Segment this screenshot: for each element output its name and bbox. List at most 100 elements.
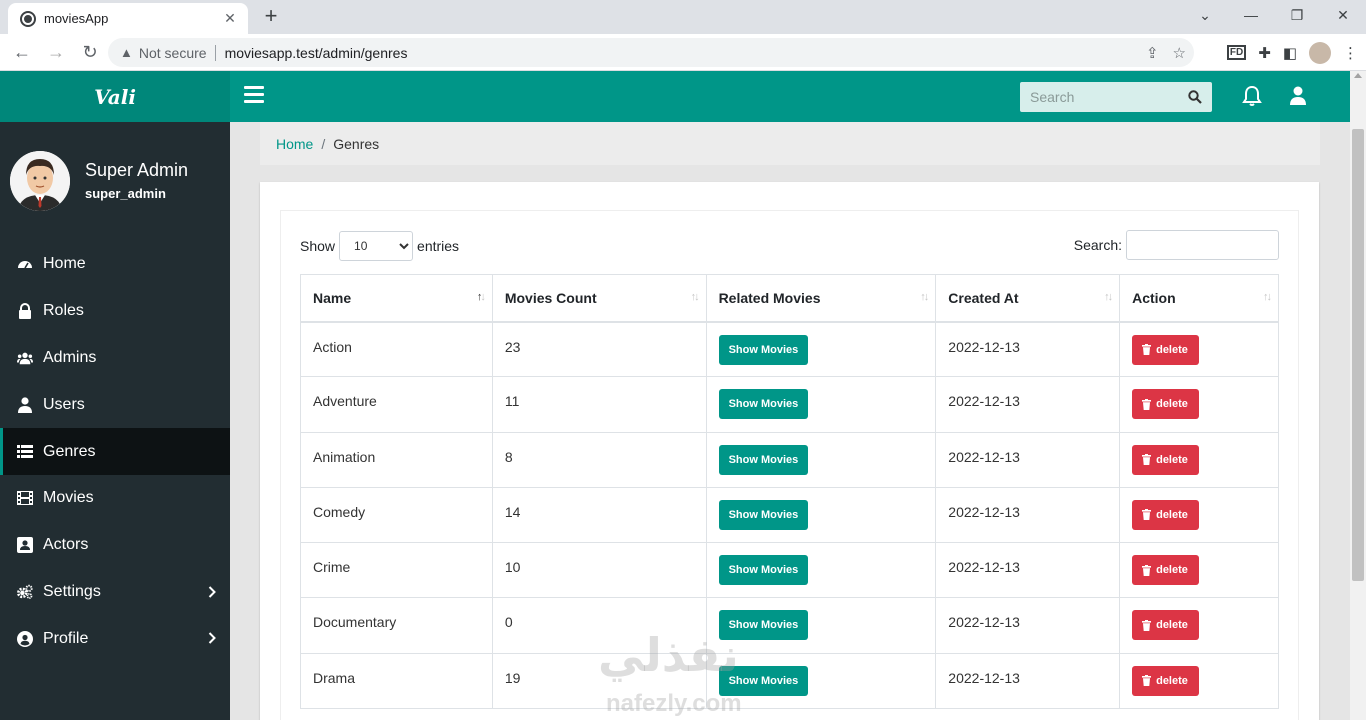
browser-tab[interactable]: moviesApp ✕ — [8, 3, 248, 34]
delete-button[interactable]: delete — [1132, 665, 1199, 696]
address-bar[interactable]: ▲ Not secure moviesapp.test/admin/genres… — [108, 38, 1194, 67]
url-text[interactable]: moviesapp.test/admin/genres — [225, 45, 408, 61]
table-row: Documentary 0 Show Movies 2022-12-13 delete — [300, 597, 1279, 654]
tab-title: moviesApp — [44, 11, 109, 26]
related-movies-cell: Show Movies — [705, 376, 937, 433]
show-movies-button[interactable]: Show Movies — [718, 444, 809, 475]
puzzle-extensions-icon[interactable]: ✚ — [1258, 44, 1271, 62]
share-icon[interactable]: ⇪ — [1146, 44, 1159, 62]
column-header-related-movies[interactable]: Related Movies ↑↓ — [705, 274, 937, 323]
table-search-input[interactable] — [1126, 230, 1279, 260]
column-header-created-at[interactable]: Created At ↑↓ — [935, 274, 1121, 323]
profile-avatar-icon[interactable] — [1309, 41, 1331, 64]
action-cell: delete — [1119, 320, 1279, 378]
sidebar-item-users[interactable]: Users — [0, 381, 230, 428]
delete-button[interactable]: delete — [1132, 334, 1199, 365]
sidebar-item-movies[interactable]: Movies — [0, 475, 230, 522]
new-tab-button[interactable]: + — [258, 4, 284, 30]
breadcrumb-current: Genres — [333, 135, 380, 152]
user-role: super_admin — [85, 186, 166, 201]
lock-icon — [17, 303, 33, 320]
page-length-select[interactable]: 10 — [339, 231, 414, 261]
page-scrollbar[interactable] — [1350, 71, 1366, 720]
chevron-right-icon — [208, 632, 216, 645]
sidebar-item-roles[interactable]: Roles — [0, 288, 230, 335]
sidebar-item-profile[interactable]: Profile — [0, 615, 230, 662]
bell-icon[interactable] — [1241, 85, 1263, 107]
delete-label: delete — [1156, 398, 1188, 411]
movies-count: 8 — [504, 448, 513, 465]
show-movies-button[interactable]: Show Movies — [718, 389, 809, 420]
close-tab-icon[interactable]: ✕ — [222, 10, 238, 27]
avatar — [10, 151, 70, 211]
user-icon — [17, 397, 33, 413]
trash-icon — [1142, 564, 1152, 576]
forward-button[interactable]: → — [40, 36, 72, 68]
sidebar-toggle-icon[interactable] — [244, 86, 264, 106]
browser-toolbar: ← → ↻ ▲ Not secure moviesapp.test/admin/… — [0, 34, 1366, 71]
restore-button[interactable]: ❐ — [1274, 0, 1320, 30]
extension-icons: FD ✚ ◧ ⋮ — [1226, 34, 1358, 71]
show-movies-button[interactable]: Show Movies — [718, 610, 809, 641]
breadcrumb-home-link[interactable]: Home — [276, 136, 313, 152]
content-tile: Show 10 entries Search: Name ↑↓ Movies Co… — [260, 182, 1319, 720]
reload-button[interactable]: ↻ — [74, 36, 106, 68]
bookmark-star-icon[interactable]: ☆ — [1173, 44, 1186, 62]
app-logo[interactable]: Vali — [0, 71, 230, 122]
column-header-action[interactable]: Action ↑↓ — [1119, 274, 1279, 323]
delete-button[interactable]: delete — [1132, 389, 1199, 420]
created-at: 2022-12-13 — [948, 393, 1020, 410]
show-movies-button[interactable]: Show Movies — [718, 499, 809, 530]
movies-count: 11 — [504, 393, 520, 410]
created-at: 2022-12-13 — [948, 448, 1020, 465]
show-movies-button[interactable]: Show Movies — [718, 555, 809, 586]
column-header-movies-count[interactable]: Movies Count ↑↓ — [491, 274, 707, 323]
genre-name-cell: Animation — [300, 431, 493, 488]
movies-count: 10 — [504, 559, 521, 576]
delete-button[interactable]: delete — [1132, 610, 1199, 641]
minimize-button[interactable]: — — [1228, 0, 1274, 30]
tab-search-icon[interactable]: ⌄ — [1182, 0, 1228, 30]
sort-icon: ↑↓ — [690, 291, 700, 303]
trash-icon — [1142, 619, 1152, 631]
sidebar-item-label: Admins — [43, 348, 97, 366]
delete-button[interactable]: delete — [1132, 499, 1199, 530]
movies-count-cell: 10 — [491, 542, 707, 599]
sort-asc-icon: ↑↓ — [476, 291, 486, 303]
sidebar-item-home[interactable]: Home — [0, 241, 230, 288]
security-label: Not secure — [138, 44, 207, 61]
sidebar-item-label: Actors — [43, 536, 89, 554]
column-header-name[interactable]: Name ↑↓ — [300, 274, 493, 323]
created-at: 2022-12-13 — [948, 614, 1020, 631]
sidebar-item-admins[interactable]: Admins — [0, 335, 230, 382]
breadcrumb-separator: / — [321, 135, 326, 152]
user-menu-icon[interactable] — [1287, 85, 1309, 107]
scroll-up-arrow-icon[interactable] — [1354, 73, 1362, 78]
delete-button[interactable]: delete — [1132, 555, 1199, 586]
user-name: Super Admin — [85, 160, 189, 180]
genre-name: Animation — [313, 448, 376, 465]
sidebar-item-label: Profile — [43, 629, 89, 647]
genre-name: Action — [313, 338, 352, 355]
omnibox-separator — [214, 44, 216, 61]
side-panel-icon[interactable]: ◧ — [1283, 44, 1297, 62]
scrollbar-thumb[interactable] — [1352, 129, 1364, 581]
back-button[interactable]: ← — [6, 36, 38, 68]
header-search-input[interactable] — [1020, 83, 1180, 111]
warning-icon[interactable]: ▲ — [120, 45, 133, 60]
sidebar-item-settings[interactable]: Settings — [0, 569, 230, 616]
delete-button[interactable]: delete — [1132, 444, 1199, 475]
show-movies-button[interactable]: Show Movies — [718, 665, 809, 696]
table-filter-control: Search: — [1074, 230, 1279, 260]
kebab-menu-icon[interactable]: ⋮ — [1343, 44, 1358, 62]
sidebar-item-actors[interactable]: Actors — [0, 522, 230, 569]
close-window-button[interactable]: ✕ — [1320, 0, 1366, 30]
entries-label: entries — [417, 238, 460, 254]
header-search — [1020, 82, 1212, 112]
table-header-row: Name ↑↓ Movies Count ↑↓ Related Movies ↑↓ C… — [300, 274, 1279, 323]
sidebar-item-genres[interactable]: Genres — [0, 428, 230, 475]
movies-count: 0 — [504, 614, 513, 631]
show-movies-button[interactable]: Show Movies — [718, 334, 809, 365]
search-icon[interactable] — [1188, 90, 1202, 104]
fd-extension-icon[interactable]: FD — [1226, 45, 1247, 60]
